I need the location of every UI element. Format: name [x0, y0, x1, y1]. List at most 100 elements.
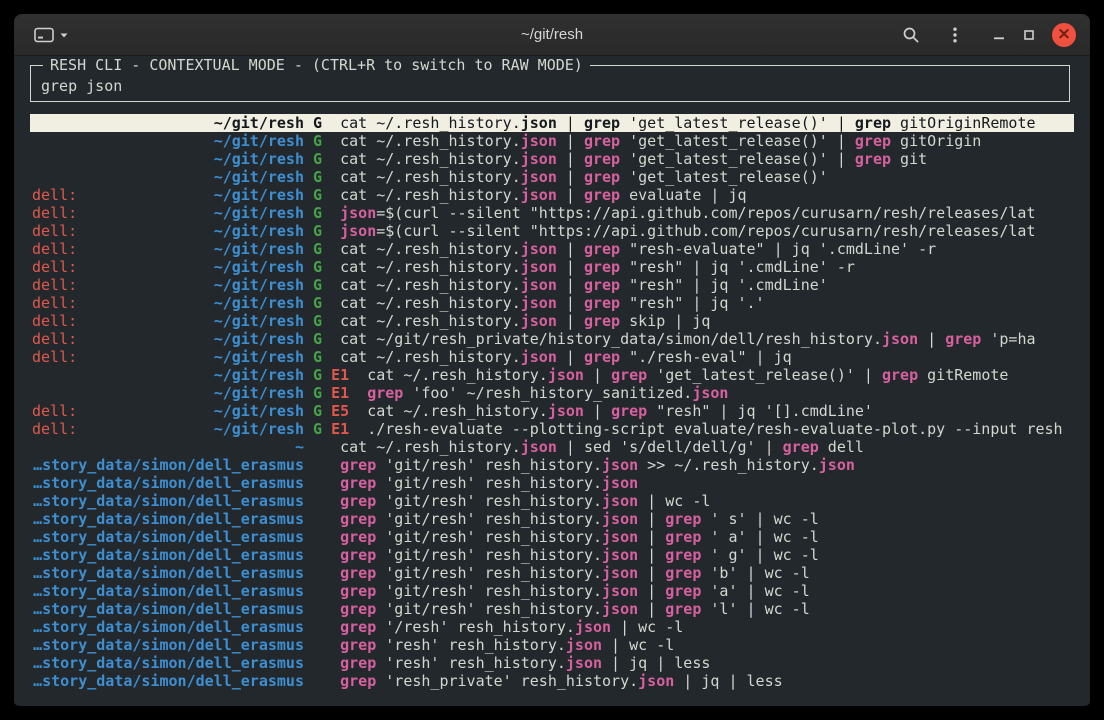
row-flag: E1 [331, 384, 349, 402]
search-button[interactable] [896, 20, 926, 50]
row-rest: grep '/resh' resh_history.json | wc -l [304, 618, 1072, 636]
row-rest: G json=$(curl --silent "https://api.gith… [304, 204, 1072, 222]
row-directory: ~/git/resh [214, 420, 304, 438]
history-row[interactable]: …story_data/simon/dell_erasmus grep 'git… [30, 546, 1074, 564]
row-directory: ~/git/resh [214, 186, 304, 204]
chevron-down-icon [59, 31, 69, 39]
row-rest: G cat ~/.resh_history.json | grep "./res… [304, 348, 1072, 366]
history-row[interactable]: …story_data/simon/dell_erasmus grep 'git… [30, 582, 1074, 600]
history-row[interactable]: dell:~/git/resh G cat ~/.resh_history.js… [30, 186, 1074, 204]
history-row[interactable]: …story_data/simon/dell_erasmus grep 'git… [30, 564, 1074, 582]
row-flag: G [313, 276, 322, 294]
history-row[interactable]: dell:~/git/resh G cat ~/.resh_history.js… [30, 276, 1074, 294]
row-flag: E1 [331, 420, 349, 438]
history-row[interactable]: dell:~/git/resh G cat ~/.resh_history.js… [30, 240, 1074, 258]
search-query-input[interactable]: grep json [41, 77, 1059, 95]
match-highlight: grep [584, 168, 620, 186]
row-directory: ~/git/resh [214, 168, 304, 186]
row-flag: G [313, 132, 322, 150]
menu-button[interactable] [940, 20, 970, 50]
row-rest: G cat ~/git/resh_private/history_data/si… [304, 330, 1072, 348]
history-row[interactable]: dell:~/git/resh G E5 cat ~/.resh_history… [30, 402, 1074, 420]
match-highlight: json [340, 222, 376, 240]
match-highlight: json [602, 600, 638, 618]
row-directory: ~/git/resh [214, 258, 304, 276]
close-button[interactable]: × [1052, 23, 1076, 47]
row-directory: …story_data/simon/dell_erasmus [33, 546, 304, 564]
row-command: cat ~/.resh_history.json | grep evaluate… [340, 186, 746, 204]
row-directory: ~ [295, 438, 304, 456]
history-row[interactable]: …story_data/simon/dell_erasmus grep 'res… [30, 654, 1074, 672]
match-highlight: json [602, 546, 638, 564]
match-highlight: grep [340, 546, 376, 564]
history-row[interactable]: dell:~/git/resh G cat ~/.resh_history.js… [30, 258, 1074, 276]
match-highlight: json [521, 114, 557, 132]
terminal-window: ~/git/resh [14, 14, 1090, 706]
history-row[interactable]: ~ cat ~/.resh_history.json | sed 's/dell… [30, 438, 1074, 456]
minimize-button[interactable] [984, 20, 1014, 50]
row-directory: ~/git/resh [214, 402, 304, 420]
row-context: ~ [32, 438, 304, 456]
row-host: dell: [32, 276, 77, 294]
titlebar[interactable]: ~/git/resh [14, 14, 1090, 56]
match-highlight: json [575, 618, 611, 636]
terminal-body[interactable]: RESH CLI - CONTEXTUAL MODE - (CTRL+R to … [14, 56, 1090, 706]
history-row[interactable]: ~/git/resh G E1 grep 'foo' ~/resh_histor… [30, 384, 1074, 402]
history-row[interactable]: …story_data/simon/dell_erasmus grep 'res… [30, 672, 1074, 690]
history-row[interactable]: dell:~/git/resh G cat ~/.resh_history.js… [30, 294, 1074, 312]
match-highlight: grep [340, 492, 376, 510]
match-highlight: json [548, 366, 584, 384]
match-highlight: grep [340, 510, 376, 528]
row-directory: ~/git/resh [214, 276, 304, 294]
history-row[interactable]: ~/git/resh G cat ~/.resh_history.json | … [30, 114, 1074, 132]
row-context: …story_data/simon/dell_erasmus [32, 672, 304, 690]
history-row[interactable]: dell:~/git/resh G json=$(curl --silent "… [30, 204, 1074, 222]
history-row[interactable]: ~/git/resh G cat ~/.resh_history.json | … [30, 150, 1074, 168]
row-directory: …story_data/simon/dell_erasmus [33, 474, 304, 492]
history-row[interactable]: …story_data/simon/dell_erasmus grep 'res… [30, 636, 1074, 654]
match-highlight: grep [340, 654, 376, 672]
match-highlight: grep [665, 546, 701, 564]
history-row[interactable]: …story_data/simon/dell_erasmus grep 'git… [30, 492, 1074, 510]
row-context: dell:~/git/resh [32, 258, 304, 276]
history-row[interactable]: dell:~/git/resh G cat ~/git/resh_private… [30, 330, 1074, 348]
history-row[interactable]: …story_data/simon/dell_erasmus grep 'git… [30, 456, 1074, 474]
row-directory: ~/git/resh [214, 330, 304, 348]
row-directory: …story_data/simon/dell_erasmus [33, 564, 304, 582]
match-highlight: json [566, 654, 602, 672]
close-icon: × [1057, 26, 1071, 43]
new-terminal-button[interactable] [28, 24, 75, 46]
match-highlight: grep [611, 366, 647, 384]
match-highlight: grep [665, 528, 701, 546]
row-command: grep 'git/resh' resh_history.json | grep… [340, 600, 810, 618]
row-rest: G cat ~/.resh_history.json | grep "resh"… [304, 258, 1072, 276]
history-row[interactable]: …story_data/simon/dell_erasmus grep 'git… [30, 600, 1074, 618]
row-host: dell: [32, 312, 77, 330]
row-context: …story_data/simon/dell_erasmus [32, 510, 304, 528]
history-row[interactable]: …story_data/simon/dell_erasmus grep '/re… [30, 618, 1074, 636]
match-highlight: grep [584, 132, 620, 150]
match-highlight: json [521, 150, 557, 168]
row-command: cat ~/.resh_history.json | grep "./resh-… [340, 348, 792, 366]
row-rest: G cat ~/.resh_history.json | grep 'get_l… [304, 150, 1072, 168]
row-context: dell: ~/git/resh [32, 276, 304, 294]
row-directory: …story_data/simon/dell_erasmus [33, 672, 304, 690]
history-row[interactable]: …story_data/simon/dell_erasmus grep 'git… [30, 528, 1074, 546]
row-context: dell:~/git/resh [32, 348, 304, 366]
history-row[interactable]: ~/git/resh G cat ~/.resh_history.json | … [30, 168, 1074, 186]
history-row[interactable]: …story_data/simon/dell_erasmus grep 'git… [30, 510, 1074, 528]
history-row[interactable]: …story_data/simon/dell_erasmus grep 'git… [30, 474, 1074, 492]
history-row[interactable]: dell:~/git/resh G E1 ./resh-evaluate --p… [30, 420, 1074, 438]
row-command: grep 'git/resh' resh_history.json >> ~/.… [340, 456, 855, 474]
history-row[interactable]: ~/git/resh G E1 cat ~/.resh_history.json… [30, 366, 1074, 384]
history-row[interactable]: dell:~/git/resh G json=$(curl --silent "… [30, 222, 1074, 240]
history-row[interactable]: ~/git/resh G cat ~/.resh_history.json | … [30, 132, 1074, 150]
history-row[interactable]: dell:~/git/resh G cat ~/.resh_history.js… [30, 348, 1074, 366]
restore-button[interactable] [1014, 20, 1044, 50]
row-directory: ~/git/resh [214, 384, 304, 402]
history-row[interactable]: dell:~/git/resh G cat ~/.resh_history.js… [30, 312, 1074, 330]
match-highlight: json [521, 132, 557, 150]
match-highlight: json [692, 384, 728, 402]
match-highlight: grep [584, 240, 620, 258]
row-rest: grep 'git/resh' resh_history.json | grep… [304, 600, 1072, 618]
